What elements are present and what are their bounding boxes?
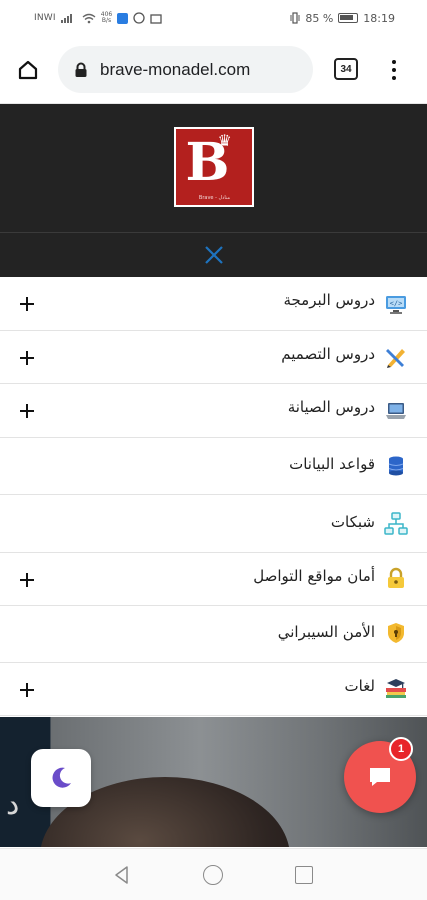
expand-plus-icon[interactable] [20, 297, 34, 311]
home-icon [18, 60, 38, 79]
expand-plus-icon[interactable] [20, 573, 34, 587]
cyber-shield-icon [388, 623, 404, 643]
svg-text:</>: </> [390, 300, 403, 308]
back-icon[interactable] [112, 865, 132, 885]
menu-item-label: قواعد البيانات [289, 455, 375, 473]
status-right: 85 % 18:19 [290, 12, 395, 25]
database-icon [388, 456, 404, 476]
menu-item-databases[interactable]: قواعد البيانات [0, 438, 427, 495]
menu-close-bar [0, 232, 427, 277]
menu-dot-icon [392, 60, 396, 64]
menu-dot-icon [392, 68, 396, 72]
books-icon [386, 679, 406, 698]
chat-unread-badge: 1 [389, 737, 413, 761]
status-left: INWI 406 B/s [34, 12, 162, 24]
address-bar[interactable]: brave-monadel.com [58, 46, 313, 93]
browser-toolbar: brave-monadel.com 34 [0, 36, 427, 104]
menu-item-label: لغات [344, 677, 376, 695]
moon-icon [52, 767, 71, 788]
url-text: brave-monadel.com [100, 59, 251, 79]
menu-item-label: شبكات [330, 513, 375, 531]
expand-plus-icon[interactable] [20, 404, 34, 418]
hero-glyph: د [6, 787, 20, 822]
messenger-notification-icon [117, 12, 129, 24]
network-speed: 406 B/s [101, 12, 112, 24]
browser-menu-button[interactable] [384, 56, 404, 84]
carrier-label: INWI [34, 13, 56, 23]
padlock-icon [388, 567, 404, 588]
nav-menu: دروس البرمجة </> دروس التصميم دروس الصيا… [0, 277, 427, 716]
expand-plus-icon[interactable] [20, 351, 34, 365]
menu-item-social-security[interactable]: أمان مواقع التواصل [0, 553, 427, 606]
menu-item-design[interactable]: دروس التصميم [0, 331, 427, 384]
status-bar: INWI 406 B/s 85 % 18:19 [0, 0, 427, 36]
menu-item-languages[interactable]: لغات [0, 663, 427, 716]
menu-item-cybersecurity[interactable]: الأمن السيبراني [0, 606, 427, 663]
menu-dot-icon [392, 76, 396, 80]
menu-item-maintenance[interactable]: دروس الصيانة [0, 384, 427, 438]
menu-item-programming[interactable]: دروس البرمجة </> [0, 277, 427, 331]
menu-item-label: أمان مواقع التواصل [253, 567, 375, 585]
menu-item-label: دروس البرمجة [283, 291, 375, 309]
programming-monitor-icon: </> [386, 296, 406, 314]
menu-item-label: دروس التصميم [281, 345, 375, 363]
wifi-icon [82, 13, 96, 23]
clock: 18:19 [363, 11, 395, 25]
vibrate-icon [290, 12, 300, 24]
home-circle-icon[interactable] [203, 865, 223, 885]
close-icon[interactable] [203, 244, 225, 266]
crown-icon: ♛ [217, 131, 232, 150]
menu-item-networks[interactable]: شبكات [0, 495, 427, 553]
recent-apps-icon[interactable] [295, 866, 313, 884]
lock-icon [74, 62, 88, 78]
whatsapp-notification-icon [133, 12, 145, 24]
network-icon [384, 512, 408, 535]
battery-icon [338, 13, 359, 23]
chat-bubble-icon [370, 768, 390, 786]
site-logo[interactable]: B ♛ Brave - منادل [173, 127, 254, 207]
logo-tagline: Brave - منادل [198, 195, 231, 201]
home-button[interactable] [0, 36, 56, 104]
expand-plus-icon[interactable] [20, 683, 34, 697]
system-nav-bar [0, 848, 427, 900]
menu-item-label: دروس الصيانة [287, 398, 375, 416]
design-tools-icon [386, 349, 405, 368]
signal-icon [60, 14, 72, 23]
laptop-maintenance-icon [386, 403, 406, 419]
tv-notification-icon [150, 13, 162, 24]
tab-switcher-button[interactable]: 34 [334, 58, 358, 80]
site-header: B ♛ Brave - منادل [0, 104, 427, 232]
menu-item-label: الأمن السيبراني [277, 623, 375, 641]
network-speed-unit: B/s [101, 17, 112, 24]
dark-mode-toggle[interactable] [31, 749, 91, 807]
battery-percent: 85 % [305, 11, 334, 25]
